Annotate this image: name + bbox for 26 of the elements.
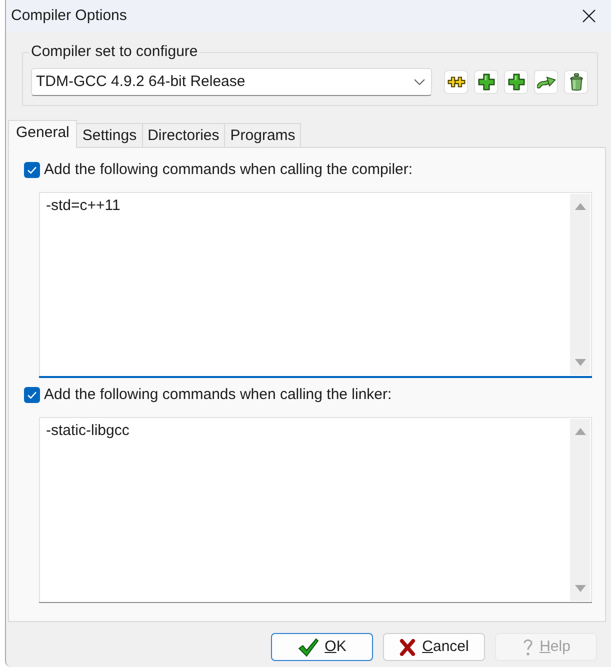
checkbox[interactable]: [24, 387, 40, 403]
tool-button[interactable]: [504, 70, 528, 94]
tab[interactable]: General: [8, 120, 78, 148]
text-area[interactable]: -std=c++11: [39, 192, 592, 378]
checkbox[interactable]: [24, 162, 40, 178]
compiler-set-dropdown[interactable]: TDM-GCC 4.9.2 64-bit Release: [31, 68, 432, 96]
tool-button[interactable]: [534, 70, 558, 94]
chevron-down-icon: [414, 79, 425, 85]
tool-button[interactable]: [474, 70, 498, 94]
plus-icon: [506, 73, 526, 91]
window-title: Compiler Options: [11, 6, 127, 26]
checkbox-label: Add the following commands when calling the linker:: [44, 385, 392, 405]
cancel-button[interactable]: Cancel: [383, 633, 485, 661]
ok-button[interactable]: OK: [271, 633, 373, 661]
group-label: Compiler set to configure: [30, 42, 199, 62]
tool-button[interactable]: [444, 70, 468, 94]
tab[interactable]: Programs: [224, 123, 302, 148]
text-area[interactable]: -static-libgcc: [39, 417, 592, 603]
question-mark-icon: [522, 637, 534, 657]
checkmark-icon: [298, 638, 319, 656]
cross-icon: [399, 638, 416, 656]
checkbox-label: Add the following commands when calling the compiler:: [44, 160, 413, 180]
tool-button[interactable]: [564, 70, 588, 94]
close-icon: [582, 9, 596, 23]
tab[interactable]: Settings: [76, 123, 143, 148]
plus-icon: [476, 73, 496, 91]
